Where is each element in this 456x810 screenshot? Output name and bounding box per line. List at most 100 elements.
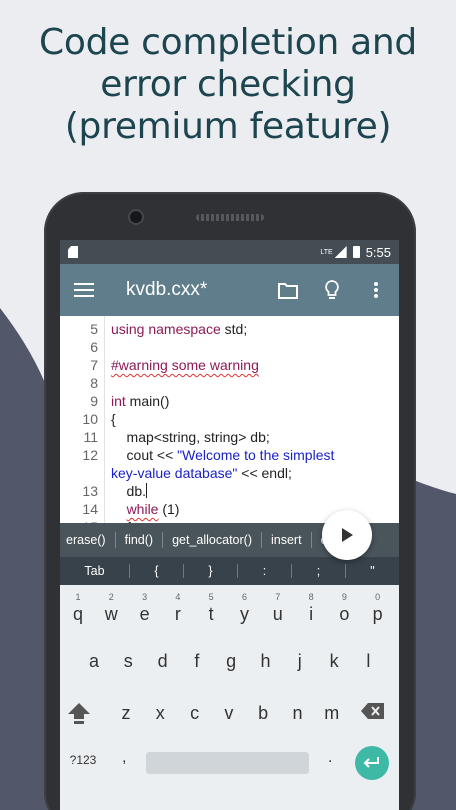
code-token: (1) [158,501,180,517]
code-token: { [111,411,116,427]
completion-item[interactable]: get_allocator() [163,532,262,548]
key-hint: 8 [308,592,314,602]
symbols-mode-key[interactable]: ?123 [66,753,100,767]
backspace-icon [361,703,384,719]
key-e[interactable]: 3e [130,591,160,625]
line-number: 5 [90,321,98,337]
key-g[interactable]: g [216,650,246,672]
completion-item[interactable]: erase() [60,532,116,548]
code-editor[interactable]: 5 using namespace std; 6 7 #warning some war… [60,316,399,523]
line-number: 8 [90,375,98,391]
key-u[interactable]: 7u [263,591,293,625]
menu-icon[interactable] [74,283,94,297]
key-r[interactable]: 4r [163,591,193,625]
phone-screen: LTE 5:55 kvdb.cxx* 5 using namespace std;… [60,240,399,810]
key-h[interactable]: h [251,650,281,672]
battery-icon [352,246,360,258]
key-i[interactable]: 8i [296,591,326,625]
run-button[interactable] [322,510,372,560]
headline-line-1: Code completion and [39,22,417,63]
key-label: w [104,604,118,624]
period-key[interactable]: . [328,749,332,767]
key-f[interactable]: f [182,650,212,672]
key-label: p [372,604,383,624]
symbol-key[interactable]: : [238,564,292,578]
symbol-bar: Tab{}:; " [60,557,399,585]
key-label: q [72,604,83,624]
code-token: using namespace [111,321,221,337]
more-vert-icon[interactable] [365,279,387,301]
key-n[interactable]: n [283,702,313,724]
play-icon [342,528,353,542]
comma-key[interactable]: , [122,749,126,767]
key-w[interactable]: 2w [96,591,126,625]
key-hint: 4 [175,592,181,602]
symbol-key[interactable]: Tab [60,564,130,578]
symbol-key[interactable]: ; [292,564,346,578]
key-label: i [309,604,314,624]
key-t[interactable]: 5t [196,591,226,625]
line-number: 14 [82,501,98,517]
symbol-key[interactable]: { [130,564,184,578]
key-k[interactable]: k [319,650,349,672]
key-hint: 6 [241,592,247,602]
completion-item[interactable]: find() [116,532,164,548]
key-a[interactable]: a [79,650,109,672]
line-number: 10 [82,411,98,427]
shift-key[interactable] [66,701,92,725]
app-toolbar: kvdb.cxx* [60,264,399,316]
key-m[interactable]: m [317,702,347,724]
key-label: r [174,604,181,624]
status-time: 5:55 [365,244,391,260]
code-token: db. [111,483,147,499]
key-hint: 1 [75,592,81,602]
key-x[interactable]: x [145,702,175,724]
symbol-key[interactable]: } [184,564,238,578]
key-z[interactable]: z [111,702,141,724]
code-token: "Welcome to the simplest [177,447,335,463]
code-token: int [111,393,126,409]
soft-keyboard: ?123 , . 1q2w3e4r5t6y7u8i9o0pasdfghjklzx… [60,585,399,810]
completion-item[interactable]: insert [262,532,312,548]
headline: Code completion and error checking (prem… [0,22,456,148]
key-l[interactable]: l [353,650,383,672]
enter-icon [363,757,379,768]
key-o[interactable]: 9o [329,591,359,625]
symbol-key[interactable]: " [346,564,399,578]
code-token: while [126,501,159,517]
space-key[interactable] [146,752,309,774]
front-camera [130,211,142,223]
code-token: key-value database" [111,465,238,481]
status-bar: LTE 5:55 [60,240,399,264]
enter-key[interactable] [355,746,389,780]
key-label: o [339,604,350,624]
key-label: t [208,604,214,624]
key-hint: 3 [142,592,148,602]
line-number: 13 [82,483,98,499]
key-q[interactable]: 1q [63,591,93,625]
line-number: 9 [90,393,98,409]
backspace-key[interactable] [360,701,386,725]
key-label: u [272,604,283,624]
key-d[interactable]: d [148,650,178,672]
code-token: cout << [111,447,178,463]
phone-frame: LTE 5:55 kvdb.cxx* 5 using namespace std;… [44,192,416,810]
line-number: 6 [90,339,98,355]
headline-line-2: error checking [100,64,356,105]
key-y[interactable]: 6y [230,591,260,625]
key-c[interactable]: c [180,702,210,724]
key-p[interactable]: 0p [363,591,393,625]
lightbulb-icon[interactable] [321,279,343,301]
key-b[interactable]: b [248,702,278,724]
line-number: 11 [83,429,98,445]
code-token: #warning some warning [111,357,259,373]
key-j[interactable]: j [285,650,315,672]
line-number: 7 [90,357,98,373]
key-v[interactable]: v [214,702,244,724]
code-token: std; [220,321,248,337]
shift-icon [68,703,90,724]
sd-card-icon [68,246,78,258]
folder-icon[interactable] [277,279,299,301]
file-title: kvdb.cxx* [126,279,208,300]
key-s[interactable]: s [113,650,143,672]
